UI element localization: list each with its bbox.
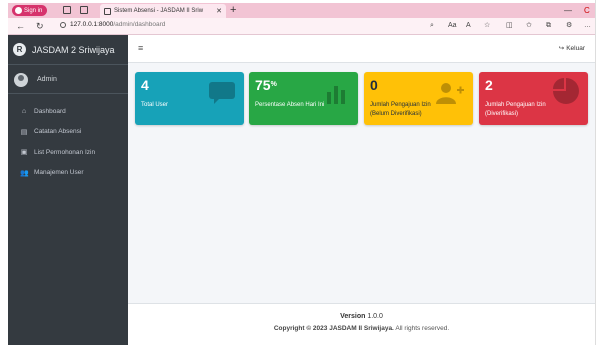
sidebar-item-label: Dashboard bbox=[34, 107, 66, 115]
browser-side-panel bbox=[595, 0, 603, 345]
stat-label-line1: Persentase Absen Hari Ini bbox=[255, 102, 325, 108]
back-icon[interactable]: ← bbox=[16, 20, 25, 32]
user-plus-icon bbox=[436, 83, 464, 104]
font-size-icon[interactable]: A bbox=[466, 21, 471, 31]
collections-icon[interactable]: ⧉ bbox=[546, 21, 551, 31]
logout-label: Keluar bbox=[566, 44, 585, 52]
browser-tab-title: Sistem Absensi - JASDAM II Sriw bbox=[114, 8, 204, 14]
sidebar-item-catatan-absensi[interactable]: ▤ Catatan Absensi bbox=[8, 122, 128, 143]
copyright-suffix: All rights reserved. bbox=[395, 325, 450, 332]
stat-label: Total User bbox=[141, 101, 168, 110]
refresh-icon[interactable]: ↻ bbox=[36, 20, 44, 32]
favorites-icon[interactable]: ✩ bbox=[526, 21, 532, 31]
profile-avatar-icon bbox=[15, 7, 22, 14]
menu-toggle-icon[interactable]: ≡ bbox=[138, 43, 143, 53]
home-icon: ⌂ bbox=[21, 107, 27, 115]
sidebar-item-manajemen-user[interactable]: 👥 Manajemen User bbox=[8, 163, 128, 184]
workspaces-icon[interactable] bbox=[63, 6, 71, 14]
stat-value: 0 bbox=[370, 77, 378, 93]
stat-label: Persentase Absen Hari Ini bbox=[255, 101, 324, 110]
profile-label: Sign in bbox=[24, 7, 43, 14]
stat-card-izin-diverifikasi[interactable]: 2 Jumlah Pengajuan Izin (Diverifikasi) bbox=[479, 72, 588, 125]
comment-icon bbox=[209, 82, 235, 104]
page-icon bbox=[104, 7, 111, 15]
search-icon[interactable]: ⌕ bbox=[430, 21, 434, 31]
users-icon: 👥 bbox=[20, 169, 29, 177]
version-number: 1.0.0 bbox=[367, 313, 383, 320]
sign-out-icon: ↪ bbox=[558, 45, 565, 52]
brand-title: JASDAM 2 Sriwijaya bbox=[32, 44, 115, 55]
browser-tab-bar: Sign in Sistem Absensi - JASDAM II Sriw … bbox=[8, 3, 595, 18]
sidebar: R JASDAM 2 Sriwijaya Admin ⌂ Dashboard ▤… bbox=[8, 35, 128, 345]
sidebar-item-label: Catatan Absensi bbox=[34, 128, 82, 136]
browser-toolbar: ← ↻ 127.0.0.1:8000/admin/dashboard ⌕ Aa … bbox=[8, 18, 595, 35]
url-host: 127.0.0.1:8000 bbox=[70, 21, 114, 28]
stat-number: 4 bbox=[141, 77, 149, 93]
stat-label-line1: Total User bbox=[141, 102, 169, 108]
close-tab-icon[interactable]: ✕ bbox=[216, 7, 222, 15]
stat-label: Jumlah Pengajuan Izin (Belum Diverifikas… bbox=[370, 101, 431, 119]
sidebar-item-label: List Permohonan Izin bbox=[34, 148, 96, 156]
stat-label-line2: (Diverifikasi) bbox=[485, 111, 518, 117]
stat-number: 75 bbox=[255, 77, 271, 93]
user-panel[interactable]: Admin bbox=[8, 66, 128, 94]
stat-suffix: % bbox=[270, 81, 277, 88]
stat-label-line1: Jumlah Pengajuan Izin bbox=[485, 102, 546, 108]
read-aloud-icon[interactable]: Aa bbox=[448, 21, 457, 31]
sidebar-item-label: Manajemen User bbox=[34, 169, 84, 177]
sidebar-menu: ⌂ Dashboard ▤ Catatan Absensi ▣ List Per… bbox=[8, 101, 128, 183]
footer: Version 1.0.0 Copyright © 2023 JASDAM II… bbox=[128, 303, 595, 345]
stat-card-persentase-absen[interactable]: 75% Persentase Absen Hari Ini bbox=[249, 72, 358, 125]
file-icon: ▤ bbox=[20, 128, 28, 136]
stat-value: 4 bbox=[141, 77, 149, 93]
top-navbar: ≡ ↪ Keluar bbox=[128, 35, 595, 63]
pie-chart-icon bbox=[553, 78, 579, 104]
profile-button[interactable]: Sign in bbox=[12, 5, 48, 16]
version-text: Version 1.0.0 bbox=[128, 313, 595, 320]
brand-link[interactable]: R JASDAM 2 Sriwijaya bbox=[8, 35, 128, 65]
stat-number: 0 bbox=[370, 77, 378, 93]
print-icon: ▣ bbox=[20, 149, 28, 157]
brand-logo-icon: R bbox=[13, 43, 26, 56]
minimize-icon[interactable]: — bbox=[564, 3, 572, 18]
site-info-icon[interactable] bbox=[60, 21, 66, 28]
url-path: /admin/dashboard bbox=[113, 21, 166, 28]
copyright-prefix: Copyright © 2023 bbox=[273, 325, 328, 332]
stat-value: 2 bbox=[485, 77, 493, 93]
stat-card-total-user[interactable]: 4 Total User bbox=[135, 72, 244, 125]
close-window-icon[interactable]: C bbox=[584, 3, 590, 18]
stat-number: 2 bbox=[485, 77, 493, 93]
tab-actions-icon[interactable] bbox=[80, 6, 88, 14]
split-screen-icon[interactable]: ◫ bbox=[506, 21, 513, 31]
browser-tab-active[interactable]: Sistem Absensi - JASDAM II Sriw ✕ bbox=[100, 4, 226, 18]
sidebar-item-permohonan-izin[interactable]: ▣ List Permohonan Izin bbox=[8, 142, 128, 163]
user-name: Admin bbox=[37, 76, 57, 83]
stat-value: 75% bbox=[255, 77, 277, 93]
stat-label-line1: Jumlah Pengajuan Izin bbox=[370, 102, 431, 108]
favorite-star-icon[interactable]: ☆ bbox=[484, 21, 490, 31]
copyright-org-link[interactable]: JASDAM II Sriwijaya. bbox=[329, 325, 394, 332]
main-content: 4 Total User 75% Persentase Absen Hari I… bbox=[128, 63, 595, 303]
stat-label: Jumlah Pengajuan Izin (Diverifikasi) bbox=[485, 101, 546, 119]
new-tab-button[interactable]: + bbox=[230, 3, 236, 17]
stat-label-line2: (Belum Diverifikasi) bbox=[370, 111, 422, 117]
logout-link[interactable]: ↪ Keluar bbox=[558, 44, 585, 53]
address-bar[interactable]: 127.0.0.1:8000/admin/dashboard bbox=[60, 21, 165, 28]
bar-chart-icon bbox=[327, 86, 345, 104]
copyright-text: Copyright © 2023 JASDAM II Sriwijaya. Al… bbox=[128, 325, 595, 332]
extensions-icon[interactable]: ⚙ bbox=[566, 21, 572, 31]
sidebar-item-dashboard[interactable]: ⌂ Dashboard bbox=[8, 101, 128, 122]
stat-card-izin-belum-diverifikasi[interactable]: 0 Jumlah Pengajuan Izin (Belum Diverifik… bbox=[364, 72, 473, 125]
version-label: Version bbox=[340, 313, 366, 320]
more-menu-icon[interactable]: … bbox=[584, 21, 591, 31]
avatar bbox=[14, 72, 28, 87]
